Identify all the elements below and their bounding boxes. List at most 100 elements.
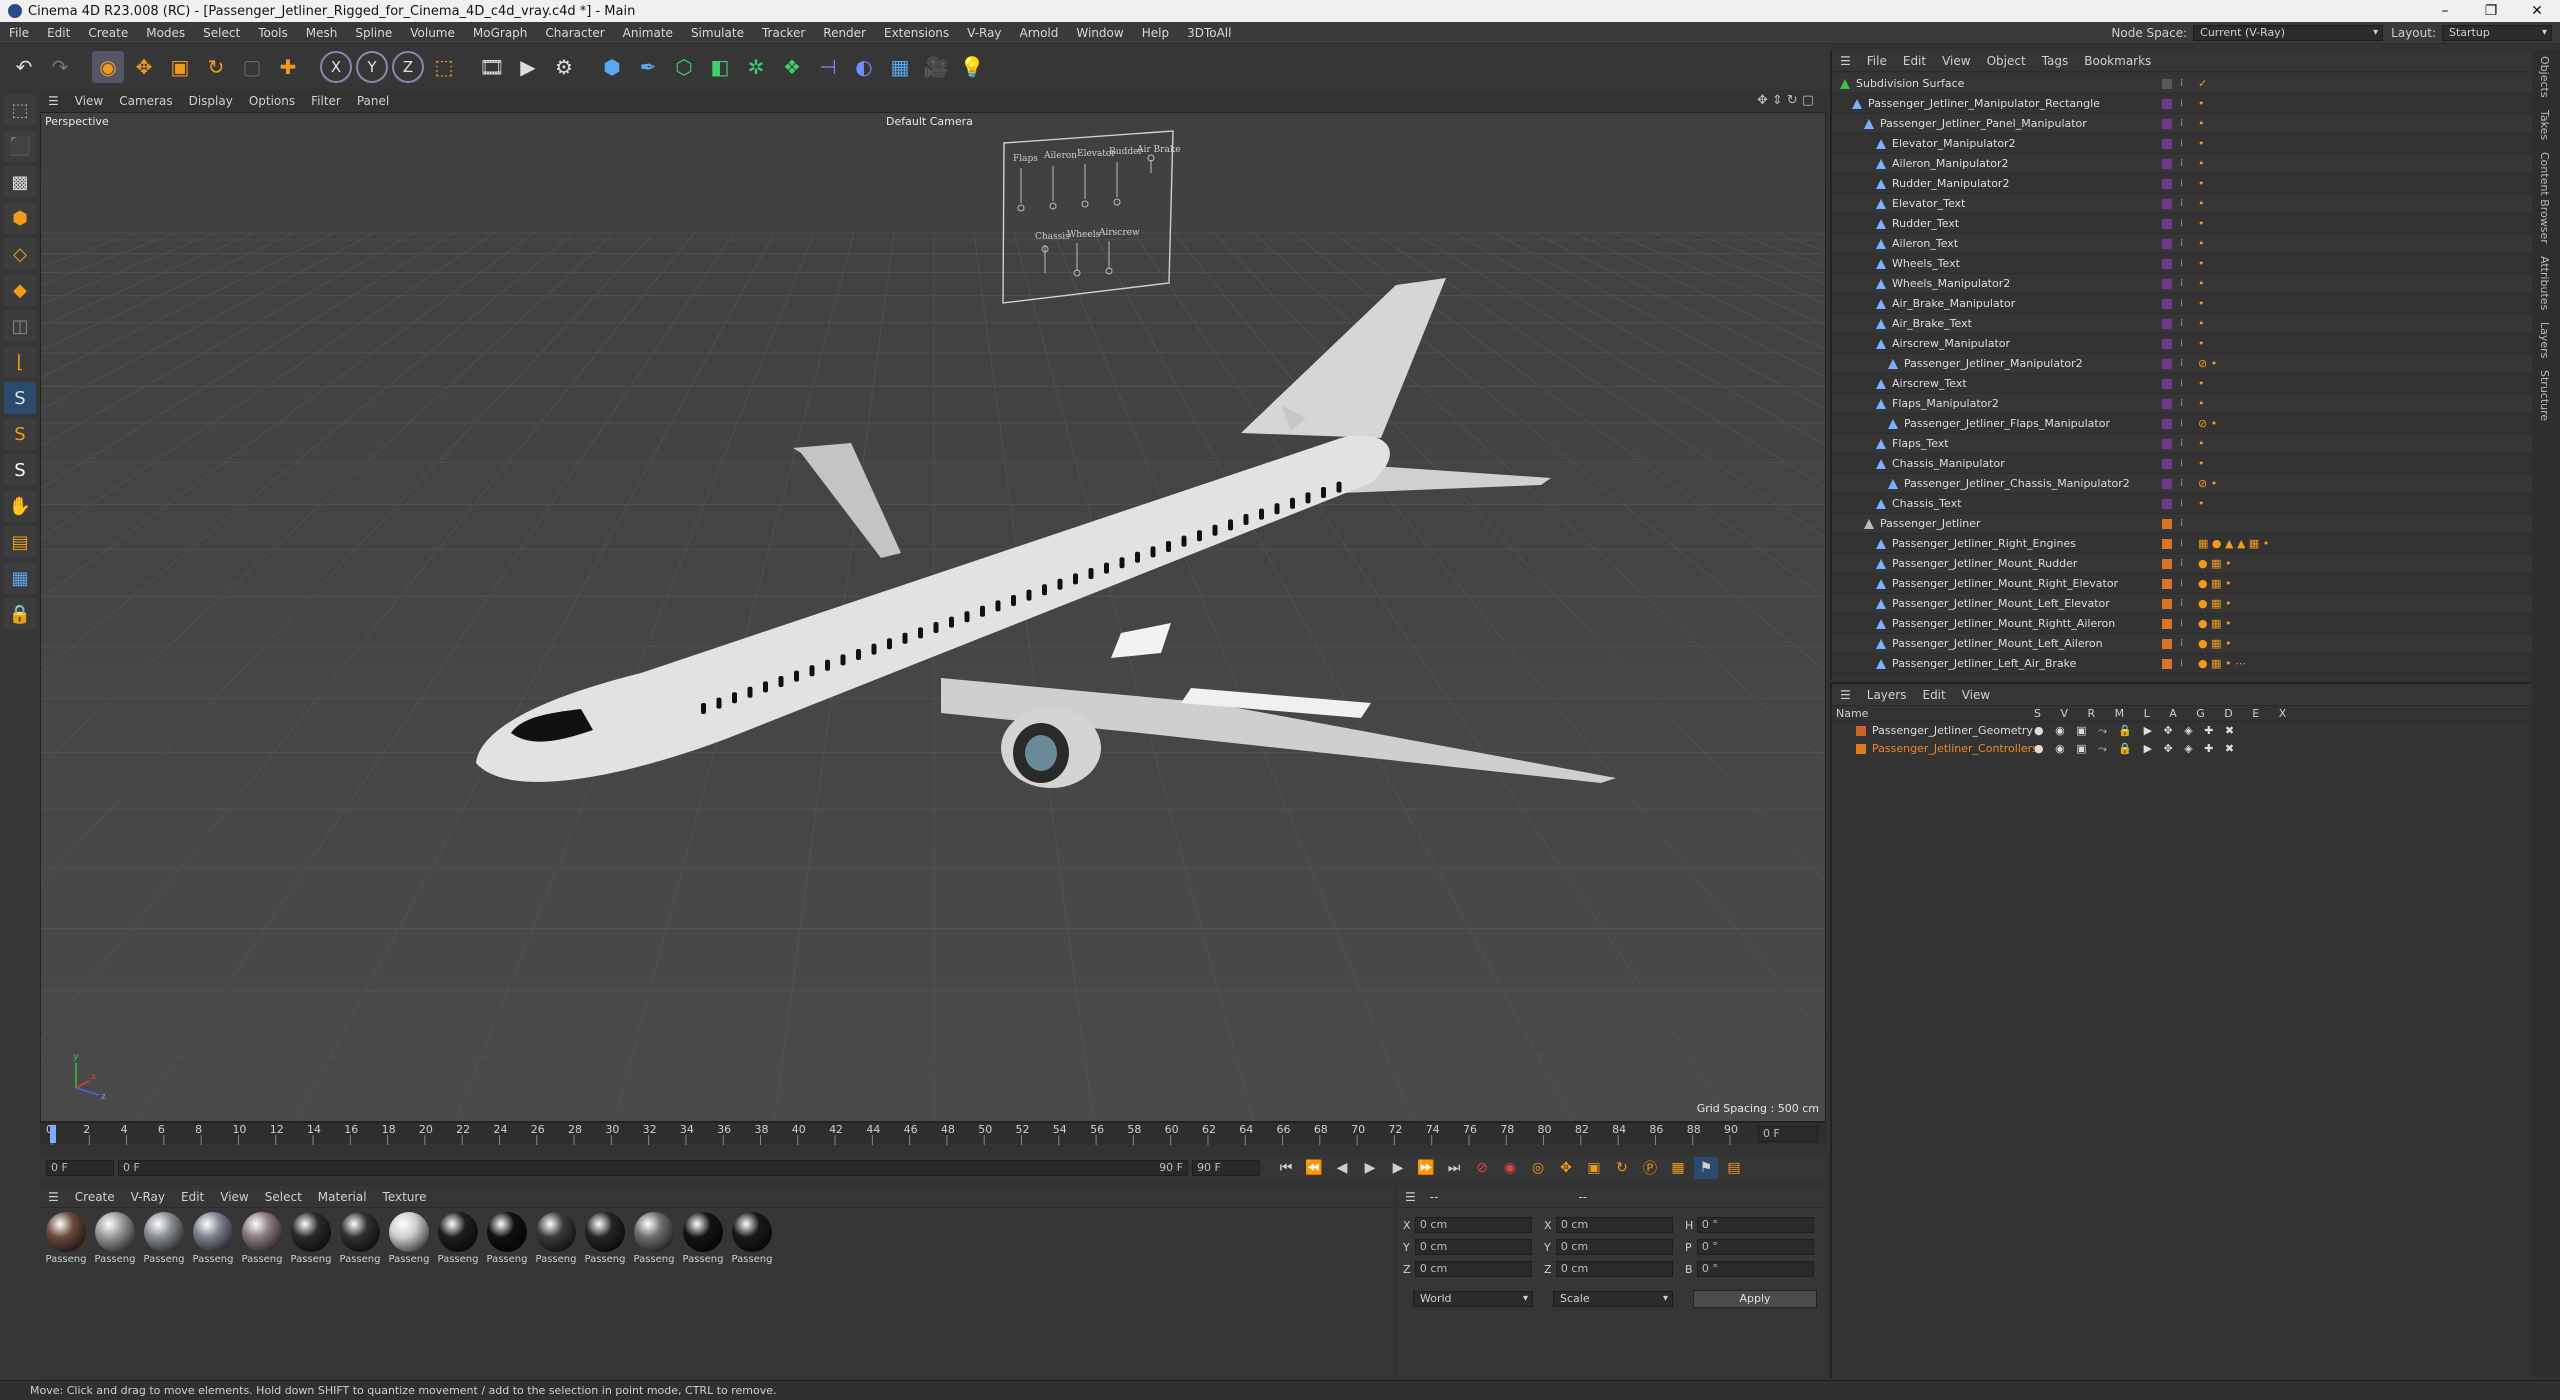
menu-tracker[interactable]: Tracker	[753, 26, 814, 40]
viewport-menu-filter[interactable]: Filter	[303, 94, 349, 108]
object-row[interactable]: Elevator_Text ⁞ •	[1832, 194, 2532, 214]
object-tags[interactable]: ⊘ •	[2198, 354, 2217, 374]
visibility-dots[interactable]: ⁞	[2180, 494, 2183, 514]
visibility-dots[interactable]: ⁞	[2180, 74, 2183, 94]
coordinates-hamburger-icon[interactable]: ☰	[1397, 1190, 1424, 1204]
pen-spline-icon[interactable]: ✒	[632, 51, 664, 83]
live-selection-icon[interactable]: ◉	[92, 51, 124, 83]
material-swatch[interactable]: Passeng	[140, 1212, 188, 1265]
layer-name[interactable]: Passenger_Jetliner_Geometry	[1872, 722, 2033, 740]
object-row[interactable]: Wheels_Manipulator2 ⁞ •	[1832, 274, 2532, 294]
rotation-value-field[interactable]: 0 °	[1696, 1239, 1814, 1255]
model-mode-icon[interactable]: ⬛	[4, 130, 36, 162]
material-swatch[interactable]: Passeng	[42, 1212, 90, 1265]
layer-color-swatch[interactable]	[2162, 579, 2172, 589]
grid-icon[interactable]: ▤	[4, 526, 36, 558]
field-icon[interactable]: ◐	[848, 51, 880, 83]
uv-mode-icon[interactable]: ◫	[4, 310, 36, 342]
node-space-dropdown[interactable]: Current (V-Ray)	[2193, 25, 2384, 41]
layer-color-swatch[interactable]	[2162, 199, 2172, 209]
object-row[interactable]: Passenger_Jetliner_Mount_Rudder ⁞ ● ▦ •	[1832, 554, 2532, 574]
layer-menu-edit[interactable]: Edit	[1914, 688, 1953, 702]
object-row[interactable]: Passenger_Jetliner_Mount_Right_Elevator ⁞…	[1832, 574, 2532, 594]
next-key-icon[interactable]: ⏩	[1414, 1157, 1438, 1179]
layer-color-swatch[interactable]	[2162, 359, 2172, 369]
z-axis-icon[interactable]: Z	[392, 51, 424, 83]
visibility-dots[interactable]: ⁞	[2180, 174, 2183, 194]
make-editable-icon[interactable]: ⬚	[4, 94, 36, 126]
object-menu-tags[interactable]: Tags	[2034, 54, 2077, 68]
side-tab-objects[interactable]: Objects	[2532, 50, 2557, 104]
menu-animate[interactable]: Animate	[614, 26, 682, 40]
apply-button[interactable]: Apply	[1693, 1290, 1817, 1308]
layer-color-swatch[interactable]	[2162, 479, 2172, 489]
object-tags[interactable]: •	[2198, 334, 2205, 354]
move-tool-icon[interactable]: ✥	[128, 51, 160, 83]
visibility-dots[interactable]: ⁞	[2180, 634, 2183, 654]
mograph-icon[interactable]: ❖	[776, 51, 808, 83]
material-swatch[interactable]: Passeng	[336, 1212, 384, 1265]
material-swatch[interactable]: Passeng	[679, 1212, 727, 1265]
material-swatch[interactable]: Passeng	[728, 1212, 776, 1265]
cube-primitive-icon[interactable]: ⬢	[596, 51, 628, 83]
menu-help[interactable]: Help	[1133, 26, 1178, 40]
material-menu-material[interactable]: Material	[310, 1190, 375, 1204]
keyframe-selection-icon[interactable]: ◎	[1526, 1157, 1550, 1179]
position-key-icon[interactable]: ✥	[1554, 1157, 1578, 1179]
maximize-button[interactable]: ❐	[2468, 0, 2514, 22]
layer-color-swatch[interactable]	[2162, 79, 2172, 89]
object-tags[interactable]: ● ▦ •	[2198, 574, 2231, 594]
menu-modes[interactable]: Modes	[137, 26, 194, 40]
end-frame-field[interactable]: 90 F	[1192, 1160, 1260, 1176]
workplane-icon[interactable]: ⌊	[4, 346, 36, 378]
layer-color-swatch[interactable]	[1856, 726, 1866, 736]
material-swatch[interactable]: Passeng	[630, 1212, 678, 1265]
menu-simulate[interactable]: Simulate	[682, 26, 753, 40]
cloner-icon[interactable]: ✲	[740, 51, 772, 83]
layer-color-swatch[interactable]	[2162, 619, 2172, 629]
next-frame-icon[interactable]: ▶	[1386, 1157, 1410, 1179]
material-hamburger-icon[interactable]: ☰	[40, 1190, 67, 1204]
layer-color-swatch[interactable]	[2162, 659, 2172, 669]
object-tags[interactable]: •	[2198, 154, 2205, 174]
visibility-dots[interactable]: ⁞	[2180, 114, 2183, 134]
object-row[interactable]: Passenger_Jetliner_Mount_Left_Aileron ⁞ ● …	[1832, 634, 2532, 654]
object-row[interactable]: Flaps_Text ⁞ •	[1832, 434, 2532, 454]
object-tags[interactable]: •	[2198, 114, 2205, 134]
object-tags[interactable]: •	[2198, 254, 2205, 274]
layer-color-swatch[interactable]	[2162, 379, 2172, 389]
layer-color-swatch[interactable]	[2162, 519, 2172, 529]
object-tags[interactable]: •	[2198, 274, 2205, 294]
checker-icon[interactable]: ▦	[4, 562, 36, 594]
visibility-dots[interactable]: ⁞	[2180, 454, 2183, 474]
menu-extensions[interactable]: Extensions	[875, 26, 958, 40]
minimize-button[interactable]: –	[2422, 0, 2468, 22]
object-row[interactable]: Rudder_Text ⁞ •	[1832, 214, 2532, 234]
record-icon[interactable]: ⊘	[1470, 1157, 1494, 1179]
viewport-menu-panel[interactable]: Panel	[349, 94, 397, 108]
layer-flag-icons[interactable]: ● ◉ ▣ ⤳ 🔒 ▶ ✥ ◈ ✚ ✖	[2034, 722, 2238, 740]
object-tags[interactable]: ● ▦ •	[2198, 634, 2231, 654]
position-value-field[interactable]: 0 cm	[1414, 1261, 1532, 1277]
visibility-dots[interactable]: ⁞	[2180, 234, 2183, 254]
object-row[interactable]: Passenger_Jetliner_Right_Engines ⁞ ▦ ● ▲ ▲…	[1832, 534, 2532, 554]
play-icon[interactable]: ▶	[1358, 1157, 1382, 1179]
quantize-icon[interactable]: S	[4, 454, 36, 486]
side-tab-content-browser[interactable]: Content Browser	[2532, 146, 2557, 250]
object-tags[interactable]: •	[2198, 494, 2205, 514]
object-menu-bookmarks[interactable]: Bookmarks	[2076, 54, 2159, 68]
visibility-dots[interactable]: ⁞	[2180, 434, 2183, 454]
go-to-start-icon[interactable]: ⏮	[1274, 1157, 1298, 1179]
visibility-dots[interactable]: ⁞	[2180, 394, 2183, 414]
texture-mode-icon[interactable]: ▩	[4, 166, 36, 198]
object-row[interactable]: Passenger_Jetliner_Left_Air_Brake ⁞ ● ▦ • …	[1832, 654, 2532, 674]
layer-color-swatch[interactable]	[2162, 159, 2172, 169]
object-menu-file[interactable]: File	[1859, 54, 1895, 68]
side-tab-structure[interactable]: Structure	[2532, 364, 2557, 427]
layer-color-swatch[interactable]	[2162, 539, 2172, 549]
object-tags[interactable]: •	[2198, 194, 2205, 214]
redo-icon[interactable]: ↷	[44, 51, 76, 83]
rotation-value-field[interactable]: 0 °	[1696, 1261, 1814, 1277]
material-menu-create[interactable]: Create	[67, 1190, 123, 1204]
undo-icon[interactable]: ↶	[8, 51, 40, 83]
